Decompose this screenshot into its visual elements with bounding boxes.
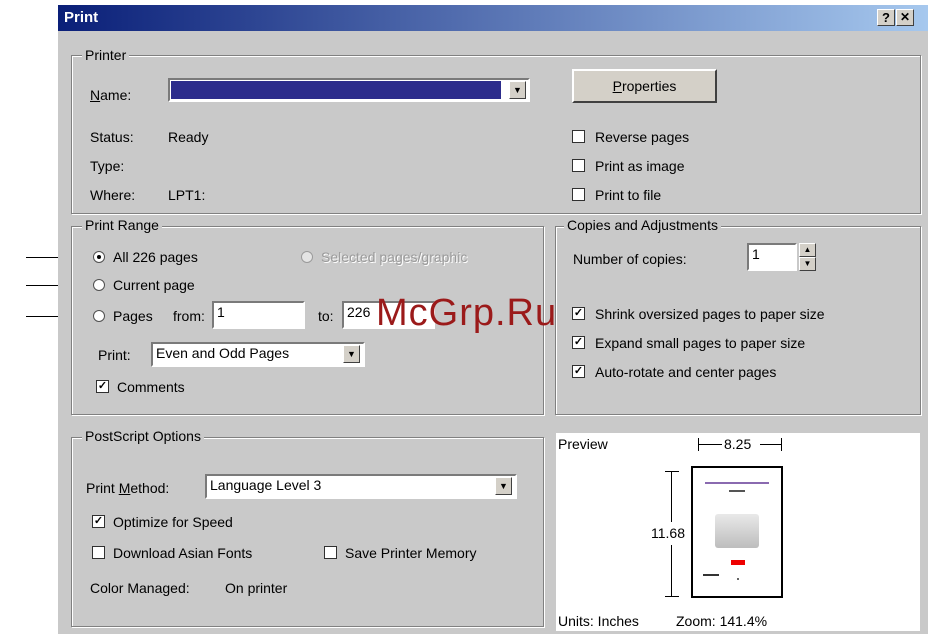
print-subset-value: Even and Odd Pages	[156, 345, 290, 361]
autorotate-label[interactable]: Auto-rotate and center pages	[595, 364, 776, 380]
where-label: Where:	[90, 187, 136, 203]
print-subset-dropdown-button[interactable]: ▼	[343, 345, 360, 363]
print-to-file-checkbox[interactable]	[572, 188, 585, 201]
close-button[interactable]: ✕	[896, 9, 914, 26]
printer-name-highlight	[171, 81, 501, 99]
from-value: 1	[217, 304, 225, 320]
number-of-copies-label: Number of copies:	[573, 251, 687, 267]
printer-group-label: Printer	[82, 47, 130, 63]
current-page-label[interactable]: Current page	[113, 277, 195, 293]
page-red-mark	[731, 560, 745, 565]
printer-name-label: Name:	[90, 87, 132, 103]
preview-pane: Preview 8.25 11.68 Units: Inches Zoom: 1…	[556, 433, 920, 631]
watermark-text: McGrp.Ru	[376, 292, 558, 334]
preview-height: 11.68	[651, 525, 685, 541]
download-fonts-checkbox[interactable]	[92, 546, 105, 559]
comments-checkbox[interactable]: ✓	[96, 380, 109, 393]
color-managed-label: Color Managed:	[90, 580, 190, 596]
copies-group-label: Copies and Adjustments	[564, 217, 721, 233]
printer-image	[715, 514, 759, 548]
height-arrow-bottom-cap	[665, 596, 679, 597]
page-dot-mark	[737, 578, 739, 580]
selected-label[interactable]: Selected pages/graphic	[321, 249, 467, 265]
preview-units: Units: Inches	[558, 613, 639, 629]
reverse-pages-label[interactable]: Reverse pages	[595, 129, 689, 145]
pages-radio[interactable]	[93, 310, 105, 322]
width-arrow-left-cap	[698, 438, 699, 451]
print-as-image-checkbox[interactable]	[572, 159, 585, 172]
height-arrow-top-cap	[665, 471, 679, 472]
shrink-checkbox[interactable]: ✓	[572, 307, 585, 320]
preview-page	[691, 466, 783, 598]
print-method-select[interactable]: Language Level 3	[205, 474, 517, 499]
to-label: to:	[318, 308, 334, 324]
window-title: Print	[64, 9, 99, 26]
where-value: LPT1:	[168, 187, 206, 203]
print-subset-label: Print:	[98, 347, 131, 363]
print-as-image-label[interactable]: Print as image	[595, 158, 684, 174]
reverse-pages-checkbox[interactable]	[572, 130, 585, 143]
copies-down-button[interactable]: ▼	[799, 257, 816, 271]
print-to-file-label[interactable]: Print to file	[595, 187, 661, 203]
comments-label[interactable]: Comments	[117, 379, 185, 395]
type-label: Type:	[90, 158, 125, 174]
print-range-group-label: Print Range	[82, 217, 162, 233]
from-input[interactable]: 1	[212, 301, 305, 329]
page-header-line	[705, 482, 769, 484]
print-subset-select[interactable]: Even and Odd Pages	[151, 342, 365, 367]
height-arrow-bottom	[671, 545, 672, 596]
print-method-dropdown-button[interactable]: ▼	[495, 477, 512, 495]
save-memory-label[interactable]: Save Printer Memory	[345, 545, 476, 561]
properties-button[interactable]: Properties	[572, 69, 717, 103]
pages-label[interactable]: Pages	[113, 308, 153, 324]
width-arrow-right	[760, 444, 782, 445]
copies-up-button[interactable]: ▲	[799, 243, 816, 257]
all-pages-radio[interactable]	[93, 251, 105, 263]
color-managed-value: On printer	[225, 580, 288, 596]
expand-checkbox[interactable]: ✓	[572, 336, 585, 349]
optimize-checkbox[interactable]: ✓	[92, 515, 105, 528]
printer-name-select[interactable]	[168, 78, 530, 102]
print-method-label: Print Method:	[86, 480, 170, 496]
height-arrow-top	[671, 471, 672, 522]
expand-label[interactable]: Expand small pages to paper size	[595, 335, 805, 351]
copies-input[interactable]: 1	[747, 243, 797, 271]
autorotate-checkbox[interactable]: ✓	[572, 365, 585, 378]
download-fonts-label[interactable]: Download Asian Fonts	[113, 545, 252, 561]
current-page-radio[interactable]	[93, 279, 105, 291]
copies-value: 1	[752, 246, 760, 262]
printer-name-dropdown-button[interactable]: ▼	[509, 81, 526, 99]
title-bar: Print ? ✕	[58, 5, 928, 31]
postscript-group-label: PostScript Options	[82, 428, 204, 444]
print-method-value: Language Level 3	[210, 477, 322, 493]
postscript-group	[71, 437, 544, 627]
preview-zoom: Zoom: 141.4%	[676, 613, 768, 629]
page-subheader-line	[729, 490, 745, 492]
width-arrow-right-cap	[781, 438, 782, 451]
shrink-label[interactable]: Shrink oversized pages to paper size	[595, 306, 825, 322]
status-label: Status:	[90, 129, 134, 145]
optimize-label[interactable]: Optimize for Speed	[113, 514, 233, 530]
status-value: Ready	[168, 129, 209, 145]
to-value: 226	[347, 304, 371, 320]
page-footer-mark	[703, 574, 719, 576]
width-arrow-left	[698, 444, 722, 445]
all-pages-label[interactable]: All 226 pages	[113, 249, 198, 265]
from-label: from:	[173, 308, 205, 324]
help-button[interactable]: ?	[877, 9, 895, 26]
preview-label: Preview	[558, 436, 608, 452]
preview-width: 8.25	[724, 436, 752, 452]
save-memory-checkbox[interactable]	[324, 546, 337, 559]
selected-radio[interactable]	[301, 251, 313, 263]
